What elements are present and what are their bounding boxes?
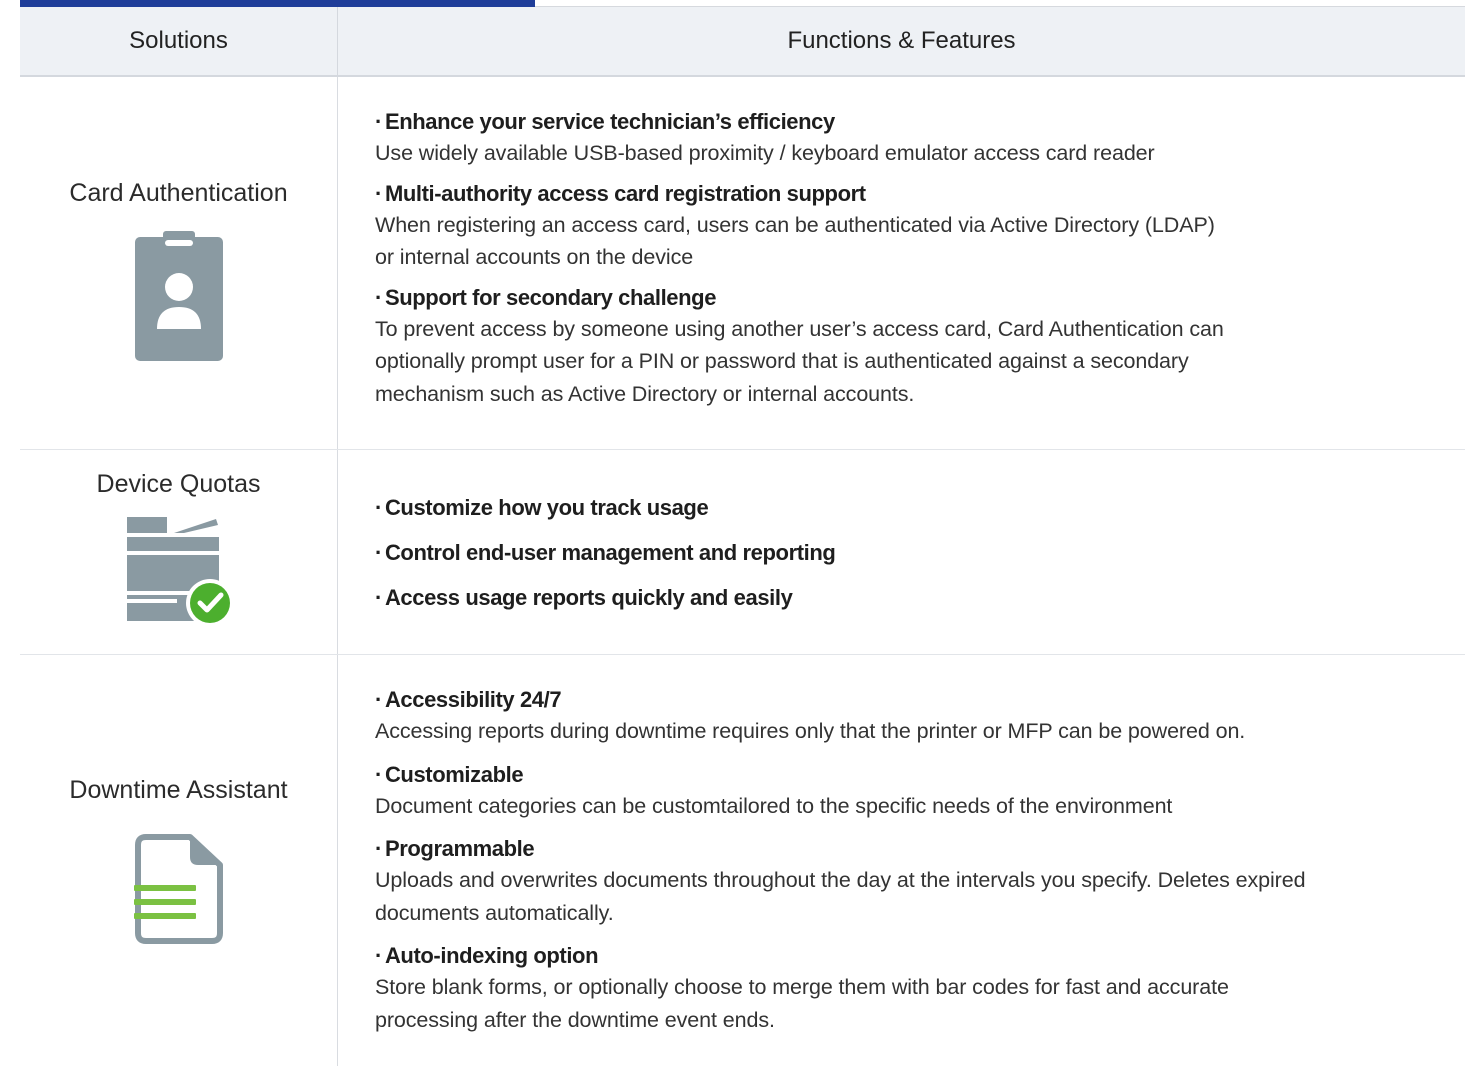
feature-desc: Store blank forms, or optionally choose … bbox=[375, 975, 1229, 1032]
solution-name: Card Authentication bbox=[69, 179, 288, 207]
solution-name: Device Quotas bbox=[96, 470, 261, 498]
feature-item: · Customizable Document categories can be… bbox=[375, 760, 1465, 823]
feature-item: · Auto-indexing option Store blank forms,… bbox=[375, 941, 1465, 1036]
feature-title: · Support for secondary challenge bbox=[375, 284, 717, 310]
feature-title: · Customizable bbox=[375, 761, 524, 787]
solution-cell: Card Authentication bbox=[20, 77, 337, 449]
feature-title: · Programmable bbox=[375, 836, 535, 861]
table-row: Card Authentication · Enhance your servic… bbox=[20, 77, 1465, 450]
solutions-table: Solutions Functions & Features Card Auth… bbox=[20, 7, 1465, 1066]
feature-item: · Programmable Uploads and overwrites doc… bbox=[375, 834, 1465, 929]
table-header: Solutions Functions & Features bbox=[20, 7, 1465, 77]
header-features: Functions & Features bbox=[337, 7, 1465, 75]
feature-desc: Uploads and overwrites documents through… bbox=[375, 868, 1306, 925]
printer-check-icon bbox=[124, 515, 234, 625]
feature-title: · Auto-indexing option bbox=[375, 943, 599, 968]
feature-item: · Multi-authority access card registratio… bbox=[375, 179, 1465, 274]
table-row: Downtime Assistant ·Accessibility 24/7 bbox=[20, 655, 1465, 1066]
feature-item: · Accessibility 24/7 Accessing reports du… bbox=[375, 685, 1465, 748]
feature-desc: To prevent access by someone using anoth… bbox=[375, 316, 1224, 406]
header-solutions: Solutions bbox=[129, 27, 228, 54]
features-cell: · Enhance your service technician’s effic… bbox=[337, 77, 1465, 449]
document-icon bbox=[133, 833, 224, 945]
solution-cell: Downtime Assistant bbox=[20, 655, 337, 1066]
feature-desc: Use widely available USB-based proximity… bbox=[375, 141, 1155, 165]
id-badge-icon bbox=[134, 231, 223, 361]
table-row: Device Quotas · Customize how you track … bbox=[20, 450, 1465, 655]
feature-title: · Access usage reports quickly and easily bbox=[375, 585, 793, 610]
solution-cell: Device Quotas bbox=[20, 450, 337, 654]
feature-desc: When registering an access card, users c… bbox=[375, 212, 1215, 270]
solution-name: Downtime Assistant bbox=[69, 776, 288, 804]
top-accent-bar bbox=[20, 0, 535, 7]
feature-desc: Accessing reports during downtime requir… bbox=[375, 719, 1246, 743]
feature-title: · Control end-user management and reporti… bbox=[375, 540, 836, 565]
feature-item: · Support for secondary challenge To prev… bbox=[375, 283, 1465, 411]
page: Solutions Functions & Features Card Auth… bbox=[0, 0, 1465, 1066]
features-cell: · Accessibility 24/7 Accessing reports du… bbox=[337, 655, 1465, 1066]
feature-title: · Accessibility 24/7 bbox=[375, 687, 562, 712]
features-cell: · Customize how you track usage · Control … bbox=[337, 450, 1465, 654]
feature-item: · Enhance your service technician’s effic… bbox=[375, 107, 1465, 170]
feature-title: · Multi-authority access card registratio… bbox=[375, 180, 866, 206]
feature-title: · Enhance your service technician’s effic… bbox=[375, 109, 835, 134]
feature-title: · Customize how you track usage bbox=[375, 495, 709, 520]
feature-desc: Document categories can be customtailore… bbox=[375, 793, 1173, 818]
